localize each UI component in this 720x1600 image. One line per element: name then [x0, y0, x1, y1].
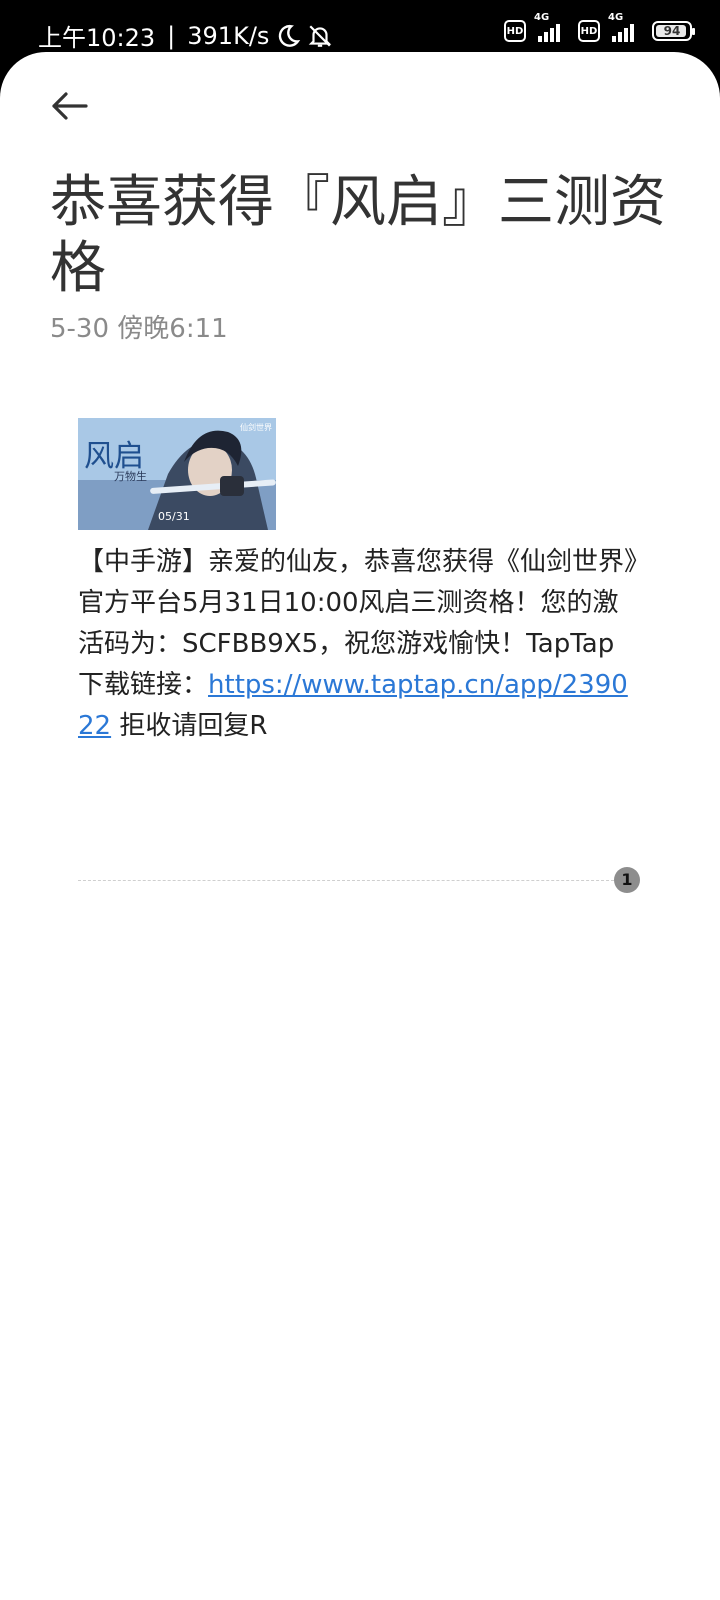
page-title: 恭喜获得『风启』三测资格	[50, 170, 666, 301]
calligraphy-text: 风启	[84, 439, 144, 474]
message-detail-sheet: 恭喜获得『风启』三测资格 5-30 傍晚6:11 风启 万物生 仙剑世界 05/…	[0, 52, 720, 1600]
signal-icon: 4G	[534, 12, 570, 44]
game-promo-art: 风启 万物生 仙剑世界 05/31	[78, 418, 276, 530]
arrow-left-icon[interactable]	[48, 88, 92, 124]
message-body: 【中手游】亲爱的仙友，恭喜您获得《仙剑世界》官方平台5月31日10:00风启三测…	[78, 542, 638, 747]
hd-icon: HD	[504, 20, 526, 42]
message-divider	[78, 880, 614, 881]
network-type-label: 4G	[534, 12, 550, 23]
status-net-speed: 391K/s	[187, 21, 270, 50]
battery-icon: 94	[652, 21, 695, 41]
bell-off-icon	[309, 24, 332, 47]
signal-icon: 4G	[608, 12, 644, 44]
message-tail: 拒收请回复R	[111, 711, 268, 741]
art-subtitle: 万物生	[114, 469, 147, 483]
hd-icon: HD	[578, 20, 600, 42]
status-separator: |	[167, 21, 176, 50]
status-time: 上午10:23	[38, 24, 156, 52]
art-date: 05/31	[158, 510, 190, 523]
message-image[interactable]: 风启 万物生 仙剑世界 05/31	[78, 418, 276, 530]
network-type-label: 4G	[608, 12, 624, 23]
message-date: 5-30 傍晚6:11	[50, 314, 228, 344]
battery-level: 94	[663, 24, 681, 38]
art-brand: 仙剑世界	[240, 422, 272, 432]
moon-icon	[279, 24, 301, 47]
status-bar: 上午10:23 | 391K/s HD 4G HD 4G 94	[0, 0, 720, 60]
message-count-badge: 1	[614, 867, 640, 893]
